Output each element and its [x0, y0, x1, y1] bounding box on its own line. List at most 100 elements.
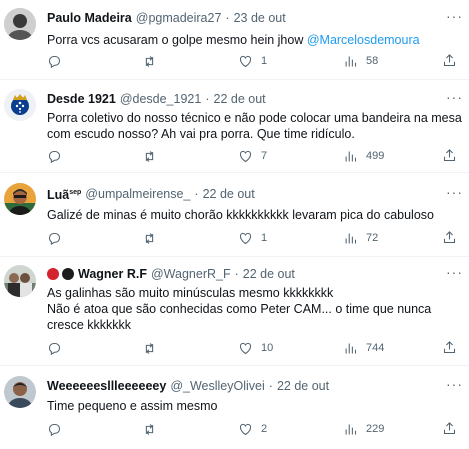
views-button[interactable]: 58 [343, 53, 378, 69]
share-icon [443, 422, 456, 435]
user-handle[interactable]: @desde_1921 [120, 90, 202, 108]
views-icon [345, 343, 357, 353]
views-count: 499 [366, 150, 385, 162]
retweet-button[interactable] [142, 53, 165, 69]
tweet[interactable]: Desde 1921 @desde_1921 · 22 de out ··· P… [0, 80, 469, 173]
mention-link[interactable]: @Marcelosdemoura [307, 33, 420, 47]
separator: · [194, 187, 199, 201]
tweet-date[interactable]: 22 de out [203, 185, 255, 203]
views-button[interactable]: 499 [343, 148, 384, 164]
avatar[interactable] [4, 265, 36, 297]
tweet-date[interactable]: 23 de out [234, 9, 286, 27]
reply-button[interactable] [47, 421, 70, 437]
display-name[interactable]: Paulo Madeira [47, 9, 132, 27]
user-photo-avatar [4, 265, 36, 297]
tweet-text-line: cresce kkkkkkk [47, 318, 132, 332]
display-name-superscript: sep [69, 188, 82, 196]
reply-icon [48, 423, 61, 436]
tweet-actions: 2 229 [47, 421, 456, 437]
tweet-actions: 7 499 [47, 148, 456, 164]
share-button[interactable] [442, 340, 457, 360]
tweet-text: Time pequeno e assim mesmo [47, 399, 218, 413]
like-count: 10 [261, 342, 274, 354]
views-button[interactable]: 229 [343, 421, 384, 437]
avatar[interactable] [4, 376, 36, 408]
tweet-text-line: Não é atoa que são conhecidas como Peter… [47, 302, 432, 316]
retweet-icon [145, 150, 154, 162]
share-button[interactable] [442, 421, 457, 441]
views-count: 72 [366, 232, 379, 244]
separator: · [205, 92, 210, 106]
user-avatar-icon [4, 8, 36, 40]
heart-icon [239, 232, 252, 244]
more-options-icon[interactable]: ··· [446, 377, 463, 391]
share-icon [443, 231, 456, 244]
display-name[interactable]: Weeeeeesllleeeeeey [47, 377, 166, 395]
like-button[interactable]: 1 [238, 53, 267, 69]
display-name[interactable]: Desde 1921 [47, 90, 116, 108]
display-name[interactable]: Luãsep [47, 184, 81, 204]
tweet-date[interactable]: 22 de out [243, 265, 295, 283]
red-circle-icon [47, 268, 59, 280]
reply-icon [48, 342, 61, 355]
retweet-button[interactable] [142, 230, 165, 246]
tweet-actions: 1 72 [47, 230, 456, 246]
display-name-text: Luã [47, 188, 70, 203]
views-icon [345, 233, 357, 243]
views-button[interactable]: 72 [343, 230, 378, 246]
tweet-text: As galinhas são muito minúsculas mesmo k… [47, 285, 463, 333]
like-button[interactable]: 1 [238, 230, 267, 246]
views-icon [345, 56, 357, 66]
tweet[interactable]: Wagner R.F @WagnerR_F · 22 de out ··· As… [0, 257, 469, 366]
retweet-button[interactable] [142, 421, 165, 437]
tweet-date[interactable]: 22 de out [277, 377, 329, 395]
separator: · [225, 11, 230, 25]
user-handle[interactable]: @umpalmeirense_ [85, 185, 190, 203]
display-name[interactable]: Wagner R.F [78, 265, 147, 283]
separator: · [234, 267, 239, 281]
tweet-date[interactable]: 22 de out [214, 90, 266, 108]
views-button[interactable]: 744 [343, 340, 384, 356]
retweet-button[interactable] [142, 340, 165, 356]
club-crest-icon [4, 89, 36, 121]
share-icon [443, 341, 456, 354]
avatar[interactable] [4, 89, 36, 121]
tweet-text: Porra coletivo do nosso técnico e não po… [47, 110, 463, 142]
reply-button[interactable] [47, 53, 70, 69]
share-button[interactable] [442, 148, 457, 168]
share-button[interactable] [442, 230, 457, 250]
tweet-text-line: Porra coletivo do nosso técnico e não po… [47, 111, 462, 125]
avatar[interactable] [4, 8, 36, 40]
like-button[interactable]: 7 [238, 148, 267, 164]
more-options-icon[interactable]: ··· [446, 90, 463, 104]
like-count: 7 [261, 150, 268, 162]
views-count: 744 [366, 342, 385, 354]
user-handle[interactable]: @pgmadeira27 [136, 9, 222, 27]
like-button[interactable]: 2 [238, 421, 267, 437]
more-options-icon[interactable]: ··· [446, 185, 463, 199]
like-count: 1 [261, 55, 268, 67]
tweet[interactable]: Paulo Madeira @pgmadeira27 · 23 de out ·… [0, 0, 469, 80]
tweet-text: Porra vcs acusaram o golpe mesmo hein jh… [47, 32, 463, 48]
user-handle[interactable]: @_WeslleyOlivei [170, 377, 264, 395]
views-count: 58 [366, 55, 379, 67]
user-photo-avatar [4, 183, 36, 215]
like-button[interactable]: 10 [238, 340, 273, 356]
heart-icon [239, 342, 252, 354]
more-options-icon[interactable]: ··· [446, 265, 463, 279]
tweet-text-line: As galinhas são muito minúsculas mesmo k… [47, 286, 334, 300]
more-options-icon[interactable]: ··· [446, 9, 463, 23]
tweet[interactable]: Weeeeeesllleeeeeey @_WeslleyOlivei · 22 … [0, 366, 469, 449]
reply-button[interactable] [47, 340, 70, 356]
reply-icon [48, 232, 61, 245]
user-handle[interactable]: @WagnerR_F [151, 265, 231, 283]
avatar[interactable] [4, 183, 36, 215]
reply-button[interactable] [47, 148, 70, 164]
tweet[interactable]: Luãsep @umpalmeirense_ · 22 de out ··· G… [0, 173, 469, 257]
reply-button[interactable] [47, 230, 70, 246]
views-icon [345, 151, 357, 161]
share-button[interactable] [442, 53, 457, 73]
retweet-icon [145, 423, 154, 435]
share-icon [443, 149, 456, 162]
retweet-button[interactable] [142, 148, 165, 164]
